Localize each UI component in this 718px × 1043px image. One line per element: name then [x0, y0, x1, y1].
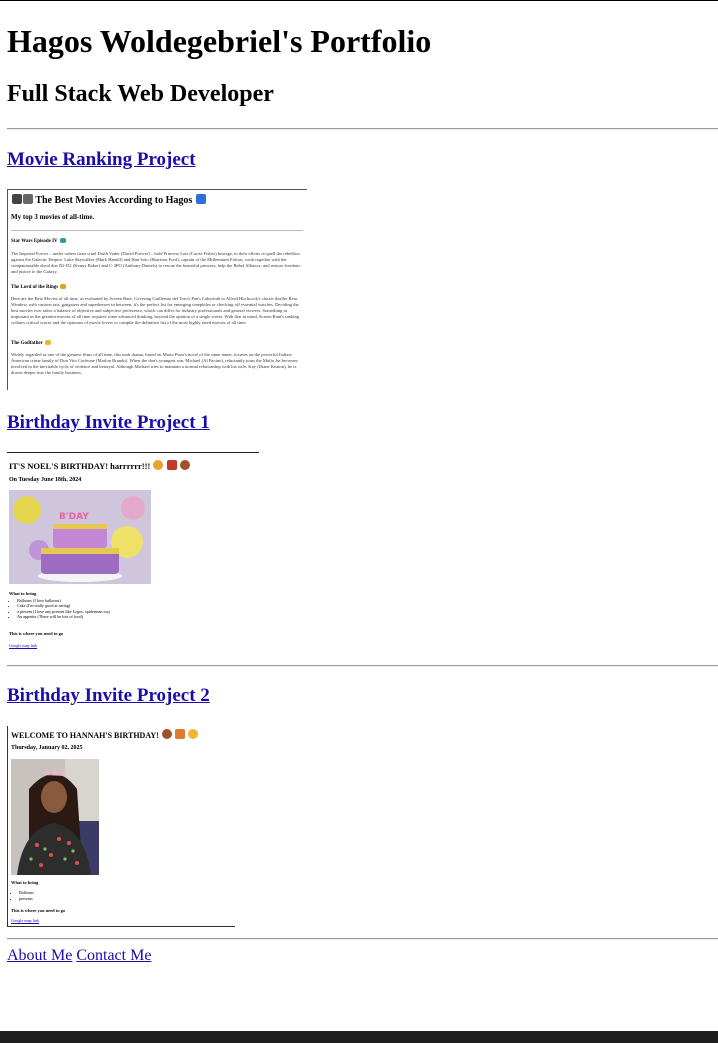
burger-icon: [179, 460, 190, 470]
smile-icon: [187, 729, 198, 739]
invite1-items: Balloons (I love balloons) Cake (I'm rea…: [9, 598, 110, 620]
divider: [7, 938, 718, 940]
page-title: Hagos Woldegebriel's Portfolio: [7, 23, 432, 59]
project-link-birthday-1[interactable]: Birthday Invite Project 1: [7, 412, 210, 434]
invite2-where-label: This is where you need to go: [11, 908, 66, 913]
birthday-invite-2-preview[interactable]: WELCOME TO HANNAH'S BIRTHDAY! Thursday, …: [7, 726, 235, 927]
invite1-bring-label: What to bring: [9, 591, 37, 596]
movie-3-text: Widely regarded as one of the greatest f…: [11, 352, 298, 375]
movie-2-title: The Lord of the Rings: [11, 285, 59, 290]
tv-icon: [195, 194, 206, 204]
birthday-cake-image: B'DAY: [9, 490, 151, 584]
invite1-map-link[interactable]: Google map link: [9, 643, 37, 648]
movie-1-title-row: Star Wars Episode IV: [11, 238, 66, 244]
about-me-link[interactable]: About Me: [7, 947, 72, 964]
invite2-date: Thursday, January 02, 2025: [11, 745, 83, 751]
birthday-girl-photo: [11, 759, 99, 875]
top-border: [0, 0, 718, 1]
movie-1-title: Star Wars Episode IV: [11, 239, 58, 244]
birthday-invite-1-preview[interactable]: IT'S NOEL'S BIRTHDAY! harrrrrr!!! On Tue…: [7, 452, 259, 653]
invite2-items: Balloons presents: [11, 890, 34, 902]
movie-2-title-row: The Lord of the Rings: [11, 284, 67, 290]
footer-nav: About Me Contact Me: [7, 947, 151, 965]
invite2-map-link[interactable]: Google map link: [11, 918, 39, 923]
cake-icon: [161, 729, 172, 739]
invite2-bring-label: What to bring: [11, 880, 39, 885]
face-icon: [153, 460, 164, 470]
contact-me-link[interactable]: Contact Me: [76, 947, 151, 964]
preview-heading-row: The Best Movies According to Hagos: [11, 194, 206, 207]
movie-2-text: Here are the Best Movies of all time, as…: [11, 296, 300, 325]
invite1-heading: IT'S NOEL'S BIRTHDAY! harrrrrr!!!: [9, 461, 151, 471]
clapper-icon: [12, 194, 22, 204]
project-link-movie-ranking[interactable]: Movie Ranking Project: [7, 149, 196, 171]
movie-ranking-preview[interactable]: The Best Movies According to Hagos My to…: [7, 189, 307, 390]
invite2-heading-row: WELCOME TO HANNAH'S BIRTHDAY!: [11, 729, 198, 740]
movie-3-title: The Godfather: [11, 341, 43, 346]
film-icon: [23, 194, 33, 204]
svg-text:B'DAY: B'DAY: [59, 512, 89, 522]
face-icon: [44, 340, 51, 345]
invite1-where-label: This is where you need to go: [9, 631, 64, 636]
invite1-date: On Tuesday June 18th, 2024: [9, 477, 82, 483]
car-icon: [166, 460, 177, 470]
movie-preview-subheading: My top 3 movies of all-time.: [11, 213, 95, 221]
movie-3-title-row: The Godfather: [11, 340, 51, 346]
movie-preview-heading: The Best Movies According to Hagos: [35, 195, 193, 206]
bottom-bar: [0, 1031, 718, 1043]
ring-icon: [60, 284, 67, 289]
preview-divider: [11, 230, 303, 231]
list-item: An appetite (There will be lots of food): [17, 614, 110, 619]
list-item: presents: [19, 896, 34, 902]
invite1-heading-row: IT'S NOEL'S BIRTHDAY! harrrrrr!!!: [9, 460, 190, 471]
divider: [7, 128, 718, 130]
movie-1-text: The Imperial Forces – under orders from …: [11, 251, 300, 274]
invite2-heading: WELCOME TO HANNAH'S BIRTHDAY!: [11, 731, 159, 740]
page-subtitle: Full Stack Web Developer: [7, 81, 274, 107]
sword-icon: [59, 238, 66, 243]
project-link-birthday-2[interactable]: Birthday Invite Project 2: [7, 685, 210, 707]
divider: [7, 665, 718, 667]
gift-icon: [174, 729, 185, 739]
